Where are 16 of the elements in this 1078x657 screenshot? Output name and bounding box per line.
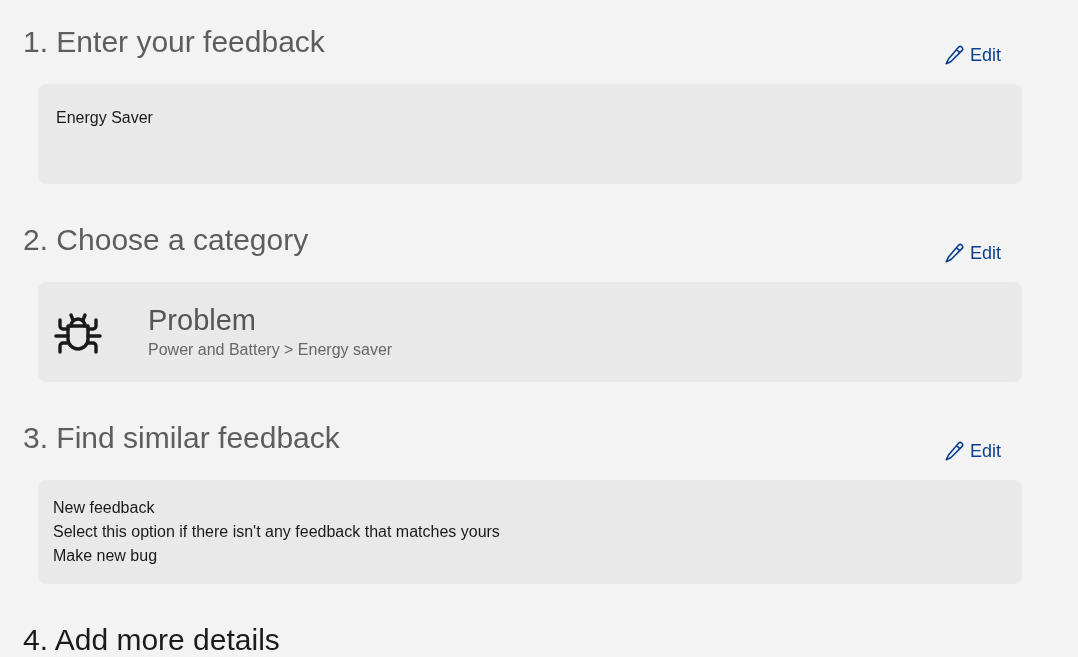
summary-line: New feedback — [53, 498, 155, 518]
step-heading: 4. Add more details — [23, 622, 280, 657]
pencil-icon — [943, 440, 965, 462]
step-heading: 1. Enter your feedback — [23, 24, 325, 60]
category-path: Power and Battery > Energy saver — [148, 340, 393, 360]
edit-link[interactable]: Edit — [943, 240, 1001, 266]
category-title: Problem — [148, 303, 257, 337]
summary-line: Make new bug — [53, 546, 158, 566]
pencil-icon — [943, 44, 965, 66]
summary-line: Select this option if there isn't any feedback that matches yours — [53, 522, 500, 542]
feedback-text: Energy Saver — [56, 108, 153, 128]
step-heading: 3. Find similar feedback — [23, 420, 340, 456]
step-heading: 2. Choose a category — [23, 222, 309, 258]
edit-link[interactable]: Edit — [943, 42, 1001, 68]
edit-link[interactable]: Edit — [943, 438, 1001, 464]
pencil-icon — [943, 242, 965, 264]
